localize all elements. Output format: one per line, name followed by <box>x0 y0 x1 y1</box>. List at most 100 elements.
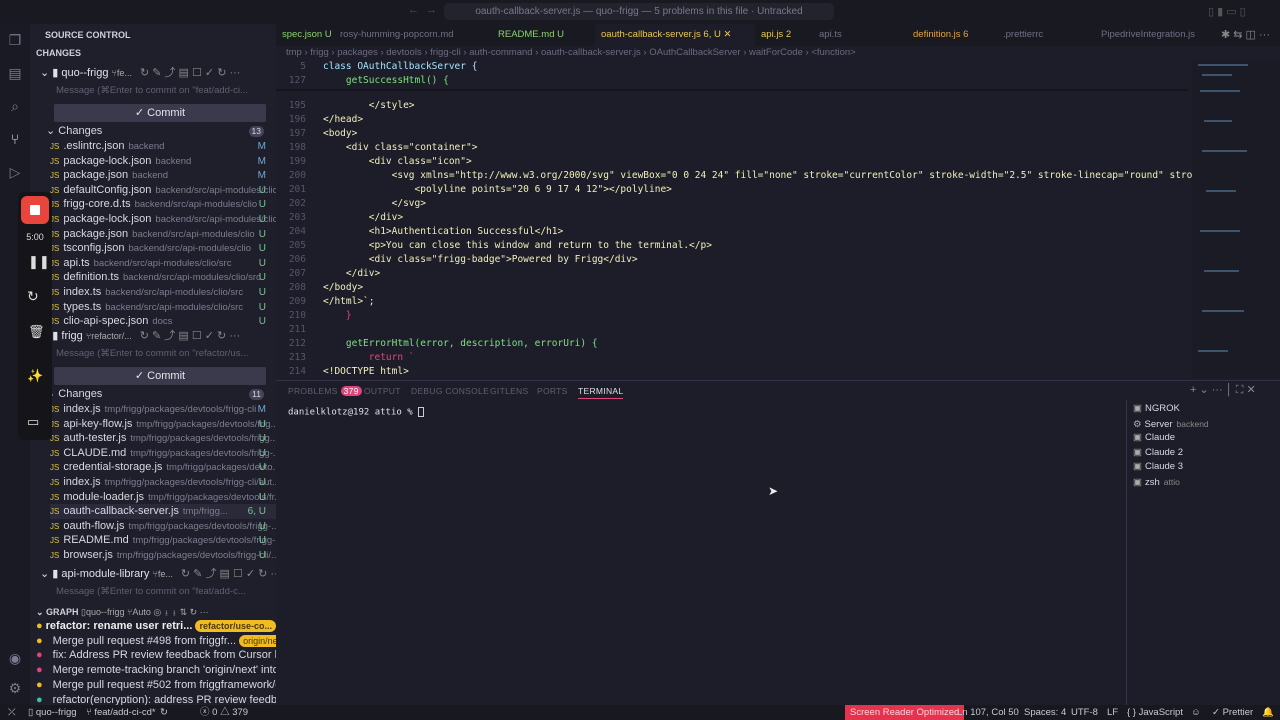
editor-tab[interactable]: PipedriveIntegration.js <box>1095 24 1215 46</box>
changed-file[interactable]: JS defaultConfig.json backend/src/api-modu… <box>50 183 276 198</box>
repo-actions[interactable]: ↻ ✎ ⤴ ▤ ☐ ✓ ↻ ··· <box>140 330 241 342</box>
search-icon[interactable]: ⌕ <box>6 98 24 116</box>
panel-tab-terminal[interactable]: TERMINAL <box>578 386 624 399</box>
code-editor[interactable]: 5 class OAuthCallbackServer {127 getSucce… <box>276 60 1210 378</box>
changed-file[interactable]: JS api-key-flow.js tmp/frigg/packages/devt… <box>50 417 276 432</box>
editor-tab[interactable]: api.ts <box>813 24 907 46</box>
editor-tab[interactable]: .prettierrc <box>997 24 1095 46</box>
language-mode[interactable]: { } JavaScript <box>1127 705 1183 720</box>
copilot-icon[interactable]: ☺ <box>1191 705 1201 720</box>
commit-message-input[interactable]: Message (⌘Enter to commit on "feat/add-c… <box>54 82 266 100</box>
editor-tab[interactable]: README.md U <box>492 24 595 46</box>
status-branch[interactable]: ⑂ feat/add-ci-cd* <box>86 705 156 720</box>
changed-file[interactable]: JS package-lock.json backend/src/api-modul… <box>50 212 276 227</box>
changed-file[interactable]: JS oauth-flow.js tmp/frigg/packages/devtoo… <box>50 519 276 534</box>
changes-group[interactable]: ⌄ Changes 13 <box>46 124 266 139</box>
terminal-instance[interactable]: ▣ zsh attio <box>1133 475 1180 489</box>
changed-file[interactable]: JS browser.js tmp/frigg/packages/devtools/… <box>50 548 276 563</box>
changed-file[interactable]: JS credential-storage.js tmp/frigg/package… <box>50 460 276 475</box>
repo-row[interactable]: ⌄ ▮ frigg ⑂refactor/... ↻ ✎ ⤴ ▤ ☐ ✓ ↻ ··· <box>40 329 286 344</box>
editor-tab[interactable]: spec.json U <box>276 24 334 46</box>
graph-header[interactable]: ⌄ GRAPH ▯quo--frigg ⑂Auto ◎ ⤓ ⤓ ⇅ ↻ ··· <box>36 605 282 620</box>
breadcrumb[interactable]: tmp › frigg › packages › devtools › frig… <box>286 47 856 58</box>
panel-tab-output[interactable]: OUTPUT <box>364 386 401 396</box>
prettier-status[interactable]: ✓ Prettier <box>1212 705 1253 720</box>
sync-icon[interactable]: ↻ <box>160 705 168 720</box>
graph-commit[interactable]: ● refactor: rename user retri... refactor… <box>36 619 282 634</box>
panel-tab-gitlens[interactable]: GITLENS <box>490 386 528 396</box>
changed-file[interactable]: JS clio-api-spec.json docs U <box>50 314 276 329</box>
commit-message-input[interactable]: Message (⌘Enter to commit on "refactor/u… <box>54 345 266 363</box>
editor-tab[interactable]: api.js 2 <box>755 24 813 46</box>
changed-file[interactable]: JS frigg-core.d.ts backend/src/api-modules… <box>50 197 276 212</box>
account-icon[interactable]: ◉ <box>6 650 24 668</box>
source-control-icon[interactable]: ⑂ <box>6 131 24 149</box>
terminal-actions[interactable]: + ⌄ ··· │ ⛶ ✕ <box>1190 383 1256 397</box>
trash-icon[interactable]: 🗑 <box>28 324 45 340</box>
changed-file[interactable]: JS CLAUDE.md tmp/frigg/packages/devtools/f… <box>50 446 276 461</box>
eol[interactable]: LF <box>1107 705 1118 720</box>
effects-icon[interactable]: ✨ <box>27 368 43 384</box>
stop-recording-button[interactable] <box>21 196 49 224</box>
graph-commit[interactable]: ● Merge pull request #498 from friggfr...… <box>36 634 282 649</box>
repo-actions[interactable]: ↻ ✎ ⤴ ▤ ☐ ✓ ↻ ··· <box>181 568 282 580</box>
changed-file[interactable]: JS README.md tmp/frigg/packages/devtools/f… <box>50 533 276 548</box>
changed-file[interactable]: JS index.js tmp/frigg/packages/devtools/fr… <box>50 402 276 417</box>
repo-actions[interactable]: ↻ ✎ ⤴ ▤ ☐ ✓ ↻ ··· <box>140 67 241 79</box>
changed-file[interactable]: JS types.ts backend/src/api-modules/clio/s… <box>50 300 276 315</box>
changed-file[interactable]: JS module-loader.js tmp/frigg/packages/dev… <box>50 490 276 505</box>
remote-icon[interactable]: ⤫ <box>8 705 16 720</box>
repo-row[interactable]: ⌄ ▮ quo--frigg ⑂fe... ↻ ✎ ⤴ ▤ ☐ ✓ ↻ ··· <box>40 66 286 81</box>
forward-icon[interactable]: → <box>426 4 437 16</box>
changed-file[interactable]: JS oauth-callback-server.js tmp/frigg... 6,… <box>50 504 276 520</box>
pause-icon[interactable]: ❚❚ <box>28 254 50 270</box>
camera-icon[interactable]: ▭ <box>27 414 39 430</box>
layout-icons[interactable]: ▯ ▮ ▭ ▯ <box>1208 5 1246 18</box>
editor-tab[interactable]: definition.js 6 <box>907 24 997 46</box>
panel-tab-ports[interactable]: PORTS <box>537 386 568 396</box>
changed-file[interactable]: JS .eslintrc.json backend M <box>50 139 276 154</box>
changed-file[interactable]: JS api.ts backend/src/api-modules/clio/src… <box>50 256 276 271</box>
gear-icon[interactable]: ⚙ <box>6 680 24 698</box>
changes-group[interactable]: ⌄ Changes 11 <box>46 387 266 402</box>
changed-file[interactable]: JS index.ts backend/src/api-modules/clio/s… <box>50 285 276 300</box>
indentation[interactable]: Spaces: 4 <box>1024 705 1066 720</box>
minimap[interactable] <box>1192 60 1280 378</box>
terminal-instance[interactable]: ⚙ Server backend <box>1133 417 1209 431</box>
terminal-instance[interactable]: ▣ NGROK <box>1133 402 1180 416</box>
terminal-instance[interactable]: ▣ Claude <box>1133 431 1175 445</box>
terminal-output[interactable]: danielklotz@192 attio % <box>288 407 425 418</box>
restart-icon[interactable]: ↻ <box>27 288 39 305</box>
commit-message-input[interactable]: Message (⌘Enter to commit on "feat/add-c… <box>54 583 266 601</box>
panel-tab-problems[interactable]: PROBLEMS 379 <box>288 386 362 396</box>
editor-tab[interactable]: rosy-humming-popcorn.md <box>334 24 492 46</box>
terminal-instance[interactable]: ▣ Claude 3 <box>1133 460 1183 474</box>
changed-file[interactable]: JS package.json backend/src/api-modules/cl… <box>50 227 276 242</box>
screen-reader-status[interactable]: Screen Reader Optimized <box>845 705 965 720</box>
changed-file[interactable]: JS package.json backend M <box>50 168 276 183</box>
changed-file[interactable]: JS auth-tester.js tmp/frigg/packages/devto… <box>50 431 276 446</box>
encoding[interactable]: UTF-8 <box>1071 705 1098 720</box>
extensions-icon[interactable]: ▤ <box>6 65 24 83</box>
editor-actions[interactable]: ✱ ⇆ ◫ ··· <box>1221 28 1270 41</box>
files-icon[interactable]: ❐ <box>6 32 24 50</box>
command-center-search[interactable]: oauth-callback-server.js — quo--frigg — … <box>444 3 834 20</box>
panel-tab-debug-console[interactable]: DEBUG CONSOLE <box>411 386 489 396</box>
graph-commit[interactable]: ● Merge pull request #502 from friggframe… <box>36 678 282 693</box>
changed-file[interactable]: JS definition.ts backend/src/api-modules/c… <box>50 270 276 285</box>
run-debug-icon[interactable]: ▷ <box>6 164 24 182</box>
graph-commit[interactable]: ● Merge remote-tracking branch 'origin/ne… <box>36 663 282 678</box>
notifications-icon[interactable]: 🔔 <box>1262 705 1274 720</box>
commit-button[interactable]: ✓ Commit <box>54 367 266 385</box>
terminal-instance[interactable]: ▣ Claude 2 <box>1133 446 1183 460</box>
cursor-position[interactable]: Ln 107, Col 50 <box>957 705 1019 720</box>
status-repo[interactable]: ▯ quo--frigg <box>28 705 77 720</box>
back-icon[interactable]: ← <box>408 4 419 16</box>
changed-file[interactable]: JS tsconfig.json backend/src/api-modules/c… <box>50 241 276 256</box>
repo-row[interactable]: ⌄ ▮ api-module-library ⑂fe... ↻ ✎ ⤴ ▤ ☐ ✓… <box>40 567 286 582</box>
status-problems[interactable]: ⓧ 0 △ 379 <box>200 705 248 720</box>
graph-commit[interactable]: ● fix: Address PR review feedback from Cu… <box>36 648 282 663</box>
changed-file[interactable]: JS index.js tmp/frigg/packages/devtools/fr… <box>50 475 276 490</box>
editor-tab[interactable]: oauth-callback-server.js 6, U ✕ <box>595 24 755 46</box>
changed-file[interactable]: JS package-lock.json backend M <box>50 154 276 169</box>
